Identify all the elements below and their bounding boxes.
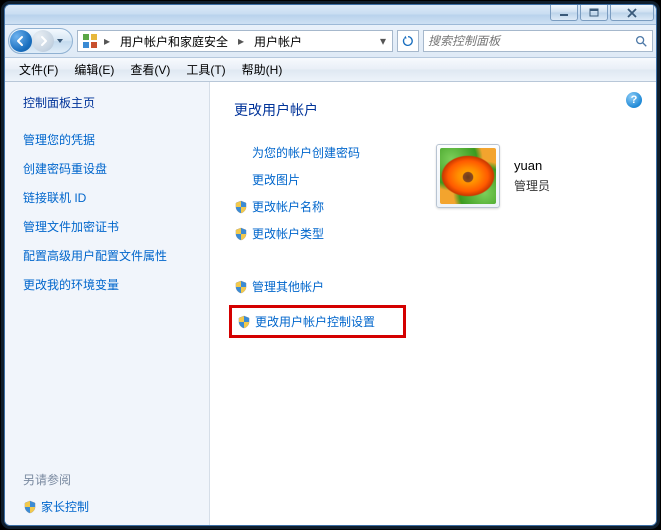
control-panel-icon <box>82 33 98 49</box>
page-title: 更改用户帐户 <box>234 100 632 120</box>
sidebar-link[interactable]: 管理您的凭据 <box>23 131 199 148</box>
search-box[interactable] <box>423 30 653 52</box>
change-picture-link[interactable]: 更改图片 <box>234 171 406 188</box>
user-name: yuan <box>514 158 550 173</box>
breadcrumb[interactable]: ▸ 用户帐户和家庭安全 ▸ 用户帐户 ▾ <box>77 30 393 52</box>
chevron-right-icon[interactable]: ▸ <box>100 31 114 51</box>
content-pane: ? 更改用户帐户 为您的帐户创建密码 更改图片 <box>210 82 656 525</box>
action-label: 更改用户帐户控制设置 <box>255 313 375 330</box>
shield-icon <box>23 500 37 514</box>
shield-icon <box>234 200 248 214</box>
body: 控制面板主页 管理您的凭据 创建密码重设盘 链接联机 ID 管理文件加密证书 配… <box>5 82 656 525</box>
action-label: 更改帐户名称 <box>252 198 324 215</box>
search-input[interactable] <box>428 34 634 48</box>
sidebar-link[interactable]: 管理文件加密证书 <box>23 218 199 235</box>
content-row: 为您的帐户创建密码 更改图片 更改帐户名称 <box>234 144 632 338</box>
shield-icon <box>237 315 251 329</box>
menu-tools[interactable]: 工具(T) <box>178 58 233 81</box>
action-group-2: 管理其他帐户 更改用户帐户控制设置 <box>234 278 406 338</box>
sidebar-home-link[interactable]: 控制面板主页 <box>23 94 199 111</box>
sidebar: 控制面板主页 管理您的凭据 创建密码重设盘 链接联机 ID 管理文件加密证书 配… <box>5 82 210 525</box>
user-info: yuan 管理员 <box>514 158 550 194</box>
menu-file[interactable]: 文件(F) <box>11 58 66 81</box>
parental-controls-label: 家长控制 <box>41 498 89 515</box>
avatar-frame[interactable] <box>436 144 500 208</box>
navigation-row: ▸ 用户帐户和家庭安全 ▸ 用户帐户 ▾ <box>5 25 656 58</box>
titlebar <box>5 5 656 25</box>
action-label: 管理其他帐户 <box>252 278 324 295</box>
help-icon[interactable]: ? <box>626 92 642 108</box>
action-group-1: 为您的帐户创建密码 更改图片 更改帐户名称 <box>234 144 406 242</box>
history-dropdown-icon[interactable] <box>56 37 64 45</box>
sidebar-link[interactable]: 配置高级用户配置文件属性 <box>23 247 199 264</box>
search-icon[interactable] <box>634 34 648 48</box>
minimize-button[interactable] <box>550 5 578 21</box>
menubar: 文件(F) 编辑(E) 查看(V) 工具(T) 帮助(H) <box>5 58 656 82</box>
menu-edit[interactable]: 编辑(E) <box>66 58 122 81</box>
close-button[interactable] <box>610 5 654 21</box>
parental-controls-link[interactable]: 家长控制 <box>23 498 199 515</box>
window-buttons <box>550 5 654 21</box>
back-button[interactable] <box>10 30 32 52</box>
chevron-right-icon[interactable]: ▸ <box>234 31 248 51</box>
change-account-type-link[interactable]: 更改帐户类型 <box>234 225 406 242</box>
nav-arrows-group <box>8 28 73 54</box>
actions-column: 为您的帐户创建密码 更改图片 更改帐户名称 <box>234 144 406 338</box>
breadcrumb-seg-1[interactable]: 用户帐户和家庭安全 <box>114 31 234 51</box>
change-uac-settings-link[interactable]: 更改用户帐户控制设置 <box>237 313 375 330</box>
refresh-button[interactable] <box>397 30 419 52</box>
sidebar-bottom: 另请参阅 家长控制 <box>23 471 199 515</box>
sidebar-link[interactable]: 创建密码重设盘 <box>23 160 199 177</box>
forward-button[interactable] <box>32 30 54 52</box>
action-label: 为您的帐户创建密码 <box>252 144 360 161</box>
breadcrumb-seg-2[interactable]: 用户帐户 <box>248 31 308 51</box>
menu-view[interactable]: 查看(V) <box>122 58 178 81</box>
sidebar-link[interactable]: 链接联机 ID <box>23 189 199 206</box>
action-label: 更改帐户类型 <box>252 225 324 242</box>
highlighted-uac-link: 更改用户帐户控制设置 <box>229 305 406 338</box>
chevron-down-icon[interactable]: ▾ <box>376 31 390 51</box>
manage-other-accounts-link[interactable]: 管理其他帐户 <box>234 278 406 295</box>
user-card: yuan 管理员 <box>436 144 550 208</box>
create-password-link[interactable]: 为您的帐户创建密码 <box>234 144 406 161</box>
see-also-label: 另请参阅 <box>23 471 199 488</box>
avatar-image <box>440 148 496 204</box>
maximize-button[interactable] <box>580 5 608 21</box>
sidebar-links: 管理您的凭据 创建密码重设盘 链接联机 ID 管理文件加密证书 配置高级用户配置… <box>23 131 199 293</box>
change-account-name-link[interactable]: 更改帐户名称 <box>234 198 406 215</box>
menu-help[interactable]: 帮助(H) <box>234 58 291 81</box>
sidebar-link[interactable]: 更改我的环境变量 <box>23 276 199 293</box>
shield-icon <box>234 227 248 241</box>
action-label: 更改图片 <box>252 171 300 188</box>
user-role: 管理员 <box>514 177 550 194</box>
control-panel-window: ▸ 用户帐户和家庭安全 ▸ 用户帐户 ▾ 文件(F) 编辑(E) 查看(V) 工… <box>4 4 657 526</box>
shield-icon <box>234 280 248 294</box>
